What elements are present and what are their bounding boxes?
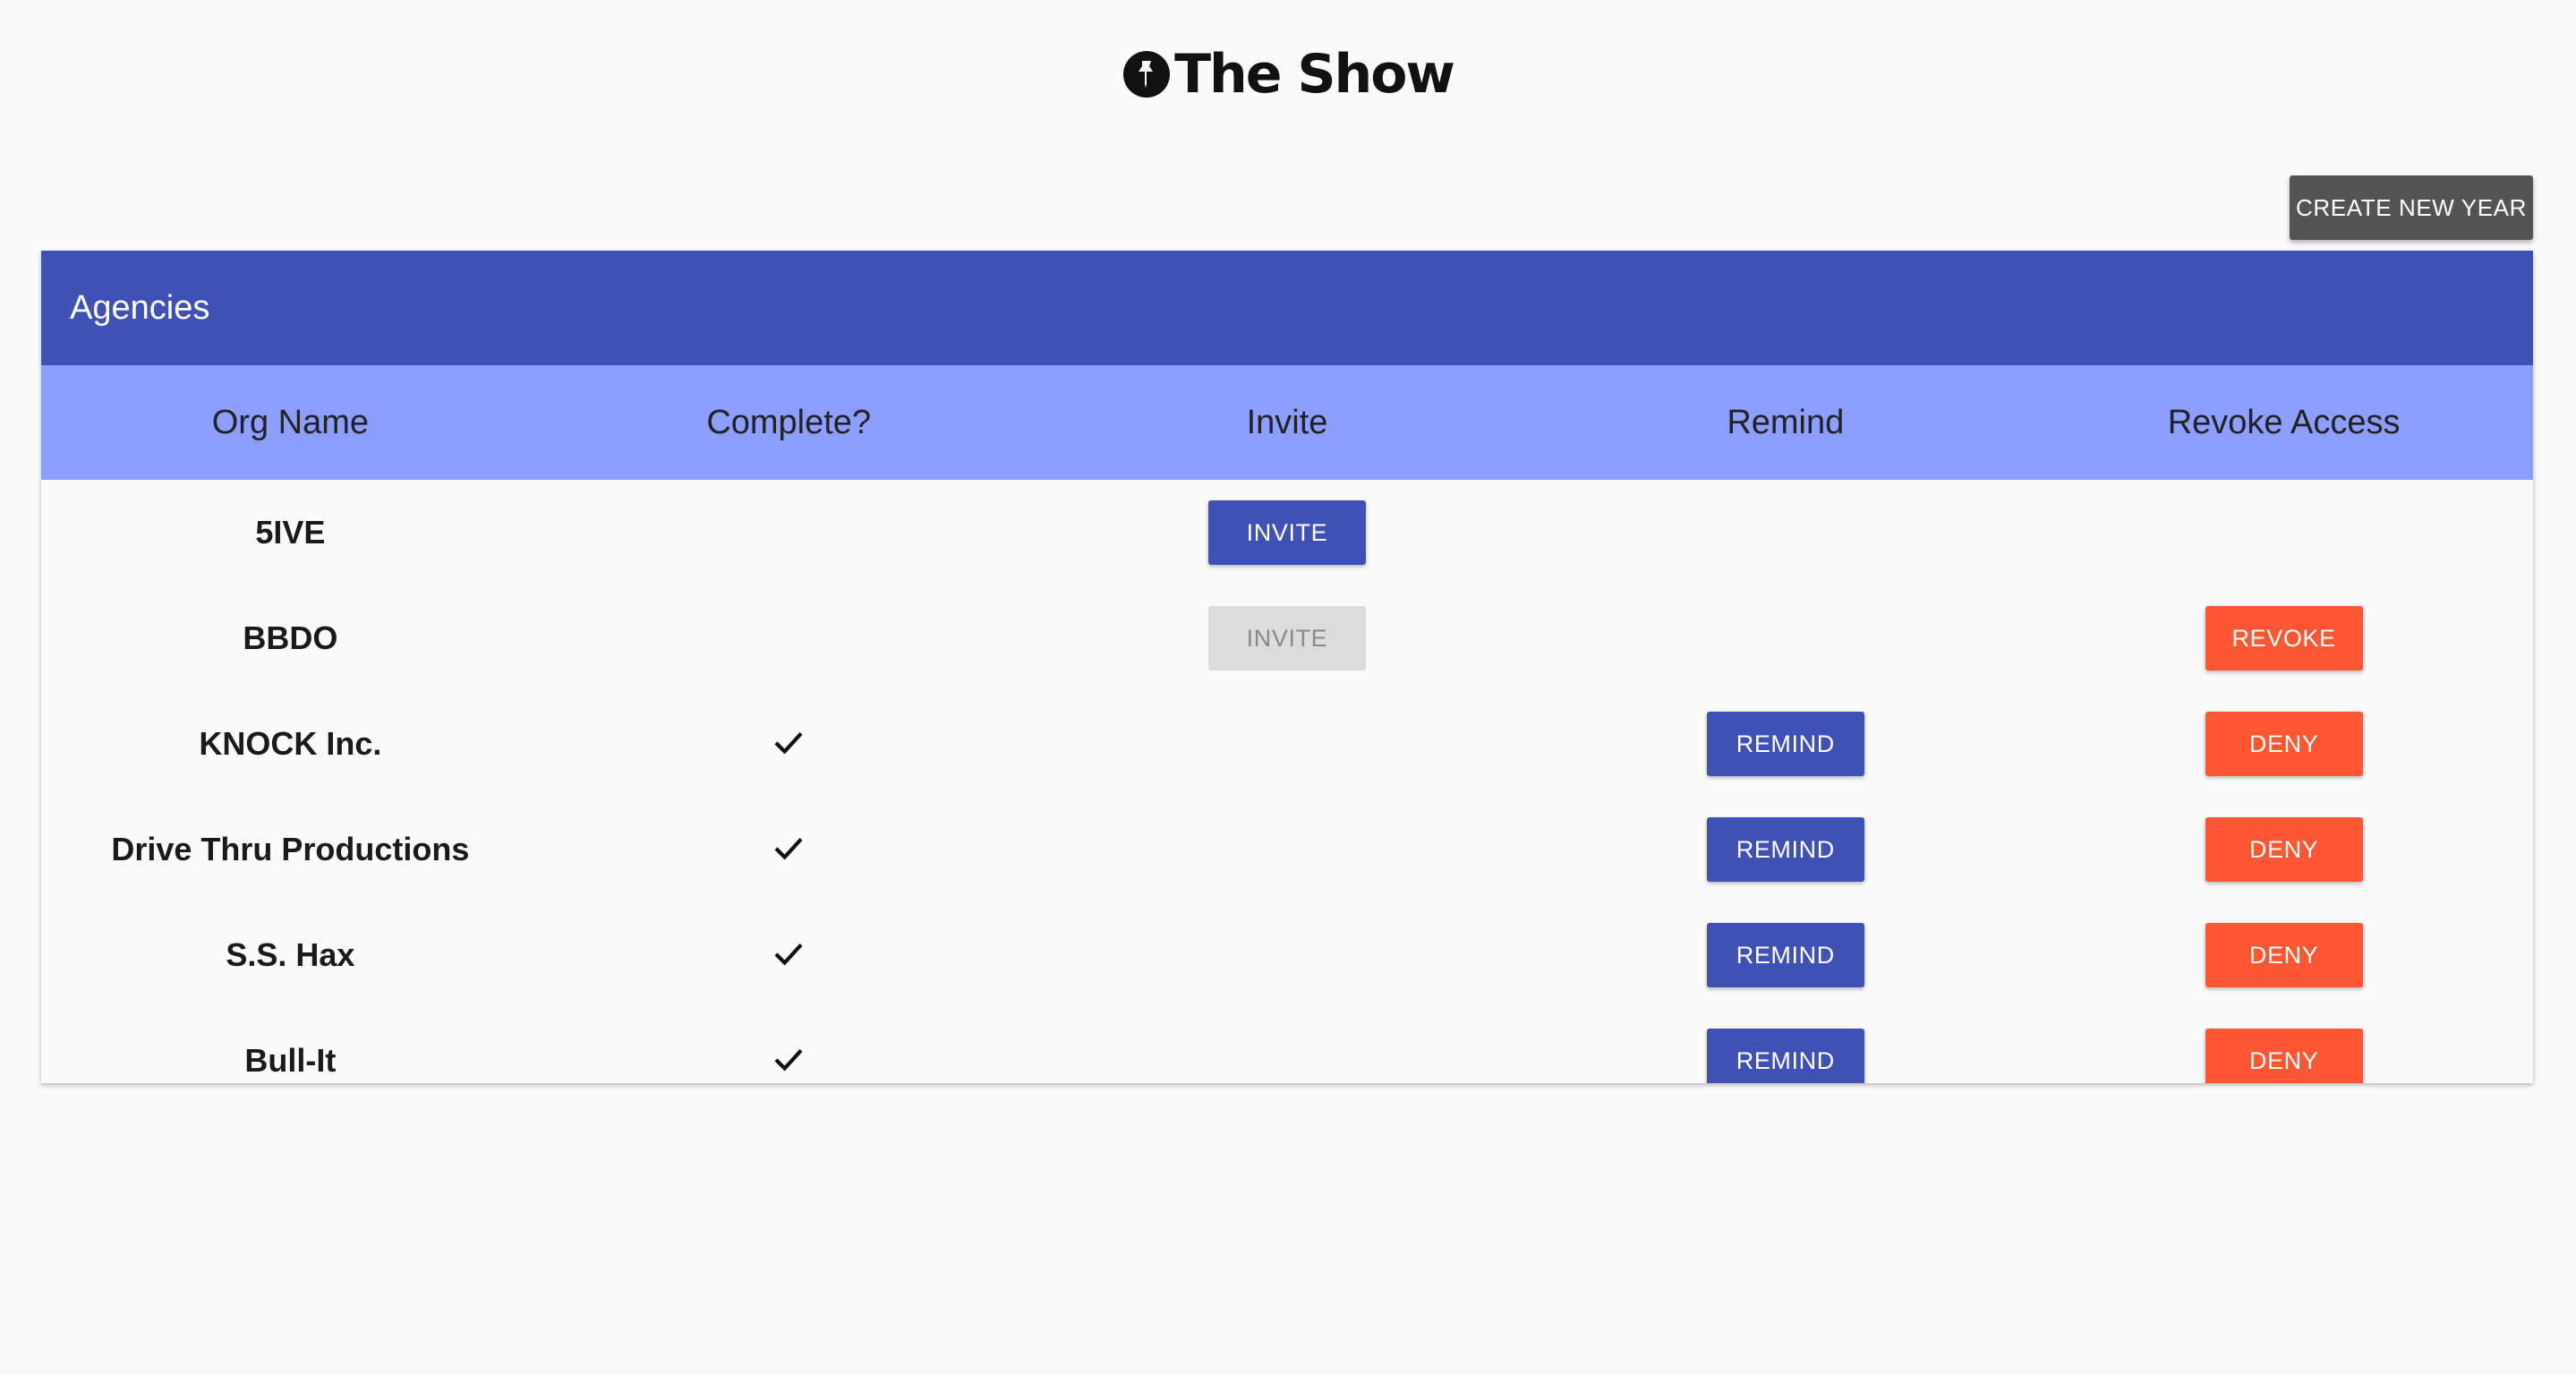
table-row: BBDO INVITE REVOKE (41, 585, 2533, 691)
table-row: KNOCK Inc. REMIND DENY (41, 691, 2533, 797)
revoke-access-cell (2034, 480, 2533, 585)
table-row: S.S. Hax REMIND DENY (41, 902, 2533, 1008)
org-name: S.S. Hax (226, 936, 355, 973)
complete-cell (540, 797, 1038, 902)
column-header-org-name: Org Name (211, 403, 370, 441)
remind-cell: REMIND (1536, 691, 2034, 797)
deny-button[interactable]: DENY (2205, 817, 2363, 882)
pin-logo-icon (1123, 51, 1171, 98)
org-name: 5IVE (255, 514, 326, 551)
table-row: Bull-It REMIND DENY (41, 1008, 2533, 1083)
org-name-cell: 5IVE (41, 480, 540, 585)
invite-button[interactable]: INVITE (1207, 500, 1366, 565)
card-title: Agencies (41, 251, 2533, 365)
invite-cell (1038, 691, 1537, 797)
complete-cell (540, 480, 1038, 585)
column-header-revoke-access: Revoke Access (2167, 403, 2401, 441)
org-name: Drive Thru Productions (111, 831, 470, 867)
remind-cell: REMIND (1536, 1008, 2034, 1083)
column-header-invite: Invite (1246, 403, 1328, 441)
remind-button[interactable]: REMIND (1706, 712, 1864, 776)
create-new-year-button[interactable]: CREATE NEW YEAR (2290, 175, 2533, 240)
app-header: The Show (0, 0, 2576, 143)
remind-cell (1536, 480, 2034, 585)
remind-cell: REMIND (1536, 797, 2034, 902)
invite-cell: INVITE (1038, 585, 1537, 691)
deny-button[interactable]: DENY (2205, 1029, 2363, 1083)
remind-button[interactable]: REMIND (1706, 817, 1864, 882)
org-name: KNOCK Inc. (199, 725, 382, 762)
complete-cell (540, 585, 1038, 691)
app-title: The Show (1174, 43, 1455, 106)
invite-cell (1038, 797, 1537, 902)
deny-button[interactable]: DENY (2205, 923, 2363, 987)
revoke-access-cell: DENY (2034, 691, 2533, 797)
agencies-card: Agencies Org Name Complete? Invite Remin… (41, 251, 2533, 1083)
column-header-complete: Complete? (706, 403, 872, 441)
org-name: Bull-It (244, 1042, 337, 1079)
complete-cell (540, 902, 1038, 1008)
invite-cell (1038, 902, 1537, 1008)
revoke-access-cell: DENY (2034, 1008, 2533, 1083)
revoke-access-cell: REVOKE (2034, 585, 2533, 691)
invite-button: INVITE (1207, 606, 1366, 670)
table-header-row: Org Name Complete? Invite Remind Revoke … (41, 365, 2533, 480)
brand[interactable]: The Show (1122, 43, 1455, 106)
org-name-cell: S.S. Hax (41, 902, 540, 1008)
remind-button[interactable]: REMIND (1706, 923, 1864, 987)
revoke-access-cell: DENY (2034, 797, 2533, 902)
checkmark-icon (770, 829, 807, 871)
org-name: BBDO (243, 619, 338, 656)
org-name-cell: KNOCK Inc. (41, 691, 540, 797)
table-row: 5IVE INVITE (41, 480, 2533, 585)
column-header-remind: Remind (1727, 403, 1845, 441)
checkmark-icon (770, 1040, 807, 1082)
table-body: 5IVE INVITE BBDO INVITE REVOKE KNOCK Inc. REMI… (41, 480, 2533, 1083)
complete-cell (540, 691, 1038, 797)
org-name-cell: Drive Thru Productions (41, 797, 540, 902)
checkmark-icon (770, 723, 807, 765)
remind-cell (1536, 585, 2034, 691)
revoke-button[interactable]: REVOKE (2205, 606, 2363, 670)
org-name-cell: BBDO (41, 585, 540, 691)
revoke-access-cell: DENY (2034, 902, 2533, 1008)
remind-cell: REMIND (1536, 902, 2034, 1008)
table-row: Drive Thru Productions REMIND DENY (41, 797, 2533, 902)
checkmark-icon (770, 935, 807, 977)
deny-button[interactable]: DENY (2205, 712, 2363, 776)
org-name-cell: Bull-It (41, 1008, 540, 1083)
complete-cell (540, 1008, 1038, 1083)
remind-button[interactable]: REMIND (1706, 1029, 1864, 1083)
invite-cell (1038, 1008, 1537, 1083)
invite-cell: INVITE (1038, 480, 1537, 585)
